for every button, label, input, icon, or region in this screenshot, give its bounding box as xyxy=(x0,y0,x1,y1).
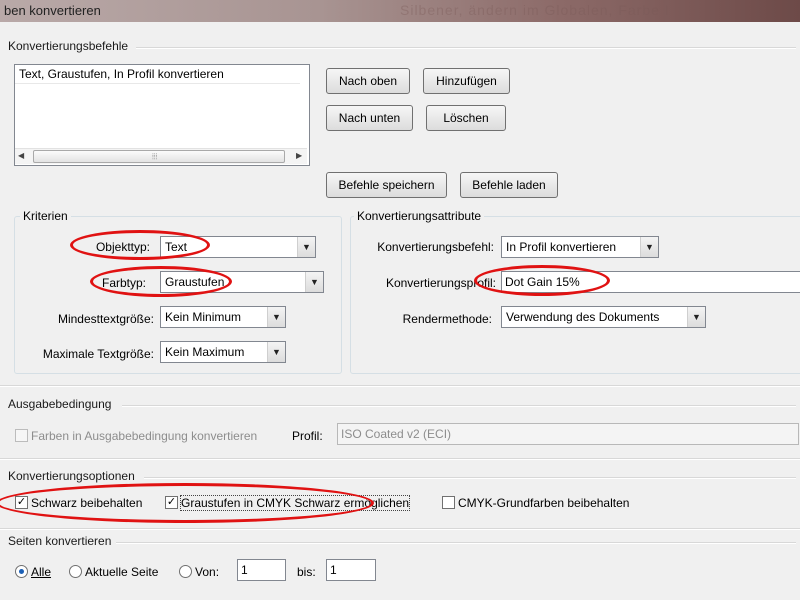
list-item-label: Text, Graustufen, In Profil konvertieren xyxy=(19,67,224,81)
pages-all-radio[interactable] xyxy=(15,565,28,578)
chevron-down-icon[interactable]: ▼ xyxy=(640,237,658,257)
commands-list[interactable]: Text, Graustufen, In Profil konvertieren… xyxy=(14,64,310,166)
attributes-group-title: Konvertierungsattribute xyxy=(354,209,485,223)
output-section-label: Ausgabebedingung xyxy=(8,397,112,411)
scroll-left-icon[interactable]: ◀ xyxy=(18,150,24,162)
move-down-button[interactable]: Nach unten xyxy=(326,105,413,131)
highlight-oval xyxy=(70,230,210,260)
render-method-label: Rendermethode: xyxy=(402,312,492,326)
render-method-select[interactable]: Verwendung des Dokuments ▼ xyxy=(501,306,706,328)
pages-from-value: 1 xyxy=(241,563,248,577)
divider xyxy=(0,458,800,460)
conversion-command-select[interactable]: In Profil konvertieren ▼ xyxy=(501,236,659,258)
min-text-size-label: Mindesttextgröße: xyxy=(57,312,154,326)
radio-selected-dot xyxy=(19,569,24,574)
min-text-size-select[interactable]: Kein Minimum ▼ xyxy=(160,306,286,328)
min-text-size-value: Kein Minimum xyxy=(165,310,242,324)
list-item-divider xyxy=(15,83,300,84)
chevron-down-icon[interactable]: ▼ xyxy=(687,307,705,327)
pages-to-value: 1 xyxy=(330,563,337,577)
criteria-group-title: Kriterien xyxy=(20,209,71,223)
divider xyxy=(0,528,800,530)
save-commands-button[interactable]: Befehle speichern xyxy=(326,172,447,198)
move-up-button[interactable]: Nach oben xyxy=(326,68,410,94)
render-method-value: Verwendung des Dokuments xyxy=(506,310,660,324)
output-convert-label: Farben in Ausgabebedingung konvertieren xyxy=(31,429,258,443)
add-button[interactable]: Hinzufügen xyxy=(423,68,510,94)
commands-separator xyxy=(136,47,796,49)
max-text-size-value: Kein Maximum xyxy=(165,345,245,359)
max-text-size-select[interactable]: Kein Maximum ▼ xyxy=(160,341,286,363)
max-text-size-label: Maximale Textgröße: xyxy=(42,347,154,361)
output-separator xyxy=(122,405,796,407)
scrollbar-thumb[interactable]: ⦙⦙⦙ xyxy=(33,150,285,163)
chevron-down-icon[interactable]: ▼ xyxy=(305,272,323,292)
chevron-down-icon[interactable]: ▼ xyxy=(297,237,315,257)
load-commands-button[interactable]: Befehle laden xyxy=(460,172,558,198)
pages-all-label: Alle xyxy=(31,565,52,579)
chevron-down-icon[interactable]: ▼ xyxy=(267,342,285,362)
divider xyxy=(0,385,800,387)
pages-to-label: bis: xyxy=(297,565,316,579)
conversion-command-label: Konvertierungsbefehl: xyxy=(377,240,494,254)
output-profile-value: ISO Coated v2 (ECI) xyxy=(341,427,452,441)
window-titlebar: ben konvertieren Silbener, ändern im Glo… xyxy=(0,0,800,22)
output-profile-label: Profil: xyxy=(292,429,323,443)
grip-icon: ⦙⦙⦙ xyxy=(152,152,158,161)
conversion-command-value: In Profil konvertieren xyxy=(506,240,617,254)
output-profile-field[interactable]: ISO Coated v2 (ECI) xyxy=(337,423,799,445)
horizontal-scrollbar[interactable]: ◀ ⦙⦙⦙ ▶ xyxy=(15,148,307,164)
keep-cmyk-checkbox[interactable] xyxy=(442,496,455,509)
pages-range-radio[interactable] xyxy=(179,565,192,578)
window-title: ben konvertieren xyxy=(4,3,101,18)
pages-current-label: Aktuelle Seite xyxy=(85,565,159,579)
highlight-oval xyxy=(474,265,610,296)
list-item[interactable]: Text, Graustufen, In Profil konvertieren xyxy=(15,65,300,83)
chevron-down-icon[interactable]: ▼ xyxy=(267,307,285,327)
highlight-oval xyxy=(90,266,232,297)
delete-button[interactable]: Löschen xyxy=(426,105,506,131)
background-window-text: Silbener, ändern im Globalen, Farbe I xyxy=(400,2,670,18)
pages-from-input[interactable]: 1 xyxy=(237,559,286,581)
options-separator xyxy=(144,477,796,479)
output-convert-checkbox[interactable] xyxy=(15,429,28,442)
pages-to-input[interactable]: 1 xyxy=(326,559,376,581)
commands-section-label: Konvertierungsbefehle xyxy=(8,39,129,53)
keep-cmyk-label: CMYK-Grundfarben beibehalten xyxy=(458,496,630,510)
scroll-right-icon[interactable]: ▶ xyxy=(296,150,302,162)
pages-from-label: Von: xyxy=(195,565,220,579)
highlight-oval xyxy=(0,483,374,523)
options-section-label: Konvertierungsoptionen xyxy=(8,469,135,483)
pages-separator xyxy=(116,542,796,544)
pages-section-label: Seiten konvertieren xyxy=(8,534,112,548)
pages-current-radio[interactable] xyxy=(69,565,82,578)
